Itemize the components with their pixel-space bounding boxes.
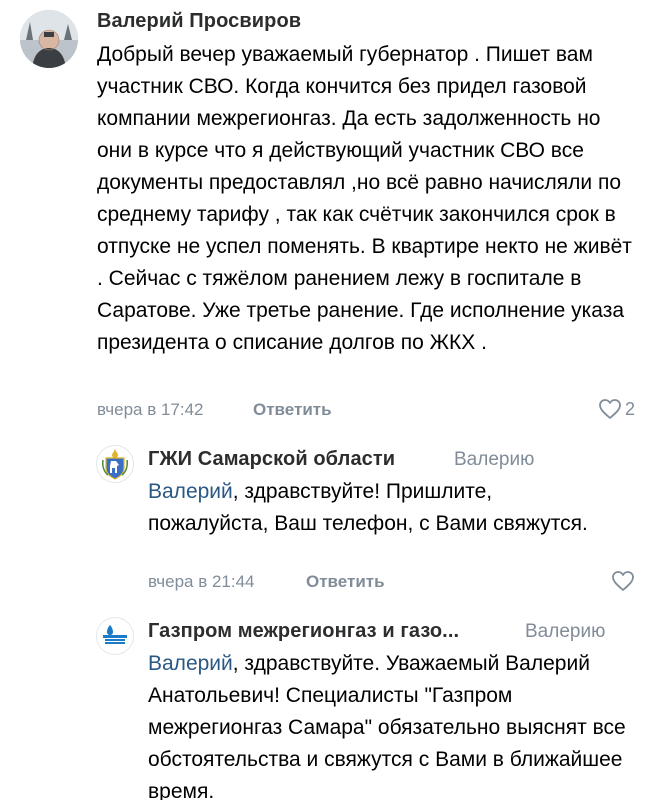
avatar[interactable] bbox=[20, 10, 78, 68]
mention-link[interactable]: Валерий bbox=[148, 652, 233, 675]
reply-text: Валерий, здравствуйте. Уважаемый Валерий… bbox=[148, 648, 638, 800]
heart-icon bbox=[599, 399, 621, 419]
reply-to-label[interactable]: Валерию bbox=[525, 621, 605, 643]
reply-button[interactable]: Ответить bbox=[306, 572, 385, 592]
reply-button[interactable]: Ответить bbox=[253, 400, 332, 420]
reply-text: Валерий, здравствуйте! Пришлите, пожалуй… bbox=[148, 476, 618, 540]
user-photo-icon bbox=[20, 10, 78, 68]
reply-author[interactable]: Газпром межрегионгаз и газо... bbox=[148, 620, 459, 643]
gazprom-logo-icon bbox=[97, 618, 133, 654]
heart-icon bbox=[612, 571, 634, 591]
avatar[interactable] bbox=[96, 445, 134, 483]
mention-link[interactable]: Валерий bbox=[148, 480, 233, 503]
like-button[interactable]: 2 bbox=[598, 398, 635, 420]
reply-author[interactable]: ГЖИ Самарской области bbox=[148, 448, 395, 471]
reply-2: Газпром межрегионгаз и газо... Валерию В… bbox=[0, 612, 659, 800]
comment-timestamp[interactable]: вчера в 17:42 bbox=[97, 400, 204, 420]
reply-1: ГЖИ Самарской области Валерию Валерий, з… bbox=[0, 440, 659, 600]
reply-to-label[interactable]: Валерию bbox=[454, 449, 534, 471]
samara-coat-of-arms-icon bbox=[97, 446, 133, 482]
comment-author[interactable]: Валерий Просвиров bbox=[97, 10, 301, 33]
like-button[interactable] bbox=[611, 570, 635, 592]
comment-text: Добрый вечер уважаемый губернатор . Пише… bbox=[97, 43, 632, 354]
comment-main: Валерий Просвиров Добрый вечер уважаемый… bbox=[0, 0, 659, 430]
reply-timestamp[interactable]: вчера в 21:44 bbox=[148, 572, 255, 592]
avatar[interactable] bbox=[96, 617, 134, 655]
like-count: 2 bbox=[624, 398, 635, 419]
